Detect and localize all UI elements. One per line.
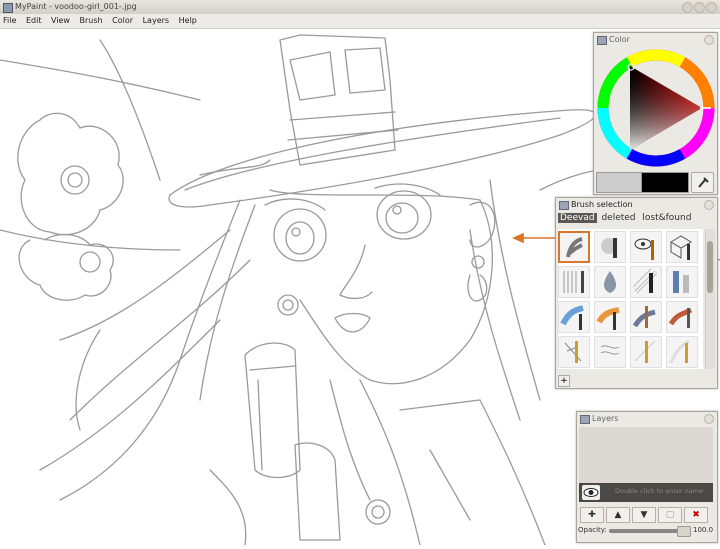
menu-help[interactable]: Help — [179, 16, 197, 25]
layers-panel-title: Layers — [592, 414, 619, 423]
eyedropper-button[interactable] — [691, 172, 714, 193]
tab-lost-found[interactable]: lost&found — [640, 213, 693, 223]
brush-item[interactable] — [558, 336, 590, 368]
scrollbar-thumb[interactable] — [707, 241, 713, 293]
menu-file[interactable]: File — [3, 16, 16, 25]
menu-brush[interactable]: Brush — [80, 16, 103, 25]
menu-edit[interactable]: Edit — [26, 16, 42, 25]
brush-item[interactable] — [630, 231, 662, 263]
minimize-icon[interactable] — [682, 2, 693, 13]
layer-list: Double click to enter name — [579, 427, 713, 502]
opacity-slider-handle[interactable] — [677, 526, 691, 537]
brush-item[interactable] — [558, 231, 590, 263]
brush-item[interactable] — [666, 266, 698, 298]
duplicate-icon: ▢ — [665, 510, 675, 520]
brush-item[interactable] — [594, 301, 626, 333]
window-title: MyPaint - voodoo-girl_001-.jpg — [15, 2, 137, 11]
panel-icon — [580, 415, 590, 424]
brush-item[interactable] — [594, 231, 626, 263]
opacity-slider[interactable] — [609, 526, 691, 537]
add-brush-group-button[interactable]: + — [558, 375, 570, 387]
brush-panel-titlebar: Brush selection — [556, 198, 717, 211]
maximize-icon[interactable] — [694, 2, 705, 13]
menu-color[interactable]: Color — [112, 16, 133, 25]
delete-icon: ✖ — [692, 510, 700, 520]
color-panel-title: Color — [609, 35, 630, 44]
brush-item[interactable] — [630, 266, 662, 298]
brush-group-tabs: Deevad deleted lost&found — [556, 211, 717, 225]
brush-item[interactable] — [558, 301, 590, 333]
menu-view[interactable]: View — [51, 16, 70, 25]
move-layer-down-button[interactable]: ▼ — [632, 507, 656, 523]
brush-item[interactable] — [666, 301, 698, 333]
panel-icon — [597, 36, 607, 45]
close-icon[interactable] — [706, 2, 717, 13]
layer-row[interactable]: Double click to enter name — [579, 483, 713, 502]
brush-item[interactable] — [666, 336, 698, 368]
eye-icon — [583, 488, 599, 497]
brush-item[interactable] — [630, 301, 662, 333]
close-icon[interactable] — [704, 200, 714, 210]
background-color-swatch[interactable] — [596, 172, 642, 193]
menubar: File Edit View Brush Color Layers Help — [0, 14, 720, 29]
layer-visibility-toggle[interactable] — [582, 485, 600, 500]
panel-icon — [559, 201, 569, 210]
close-icon[interactable] — [704, 35, 714, 45]
brush-panel-title: Brush selection — [571, 200, 633, 209]
brush-item[interactable] — [558, 266, 590, 298]
layers-panel: Layers Double click to enter name ✚ ▲ ▼ … — [576, 411, 718, 543]
arrow-up-icon: ▲ — [614, 510, 622, 520]
color-panel-titlebar: Color — [594, 33, 717, 46]
add-layer-button[interactable]: ✚ — [580, 507, 604, 523]
app-icon — [3, 3, 13, 13]
tab-deleted[interactable]: deleted — [599, 213, 637, 223]
brush-grid — [558, 229, 703, 369]
tab-deevad[interactable]: Deevad — [558, 213, 597, 223]
brush-item[interactable] — [666, 231, 698, 263]
move-layer-up-button[interactable]: ▲ — [606, 507, 630, 523]
brush-item[interactable] — [594, 266, 626, 298]
brush-selection-panel: Brush selection Deevad deleted lost&foun… — [555, 197, 718, 389]
brush-item[interactable] — [594, 336, 626, 368]
close-icon[interactable] — [704, 414, 714, 424]
color-panel: Color — [593, 32, 718, 195]
delete-layer-button[interactable]: ✖ — [684, 507, 708, 523]
eyedropper-icon — [698, 177, 709, 188]
layers-panel-titlebar: Layers — [577, 412, 717, 425]
arrow-down-icon: ▼ — [640, 510, 648, 520]
brush-item[interactable] — [630, 336, 662, 368]
color-wheel[interactable] — [594, 46, 717, 171]
brush-grid-scrollbar[interactable] — [705, 229, 715, 369]
layer-name[interactable]: Double click to enter name — [615, 487, 703, 495]
menu-layers[interactable]: Layers — [143, 16, 169, 25]
opacity-label: Opacity: — [578, 526, 607, 534]
plus-icon: ✚ — [588, 510, 596, 520]
opacity-value: 100.0 — [693, 526, 714, 534]
foreground-color-swatch[interactable] — [641, 172, 689, 193]
duplicate-layer-button[interactable]: ▢ — [658, 507, 682, 523]
window-titlebar: MyPaint - voodoo-girl_001-.jpg — [0, 0, 720, 14]
